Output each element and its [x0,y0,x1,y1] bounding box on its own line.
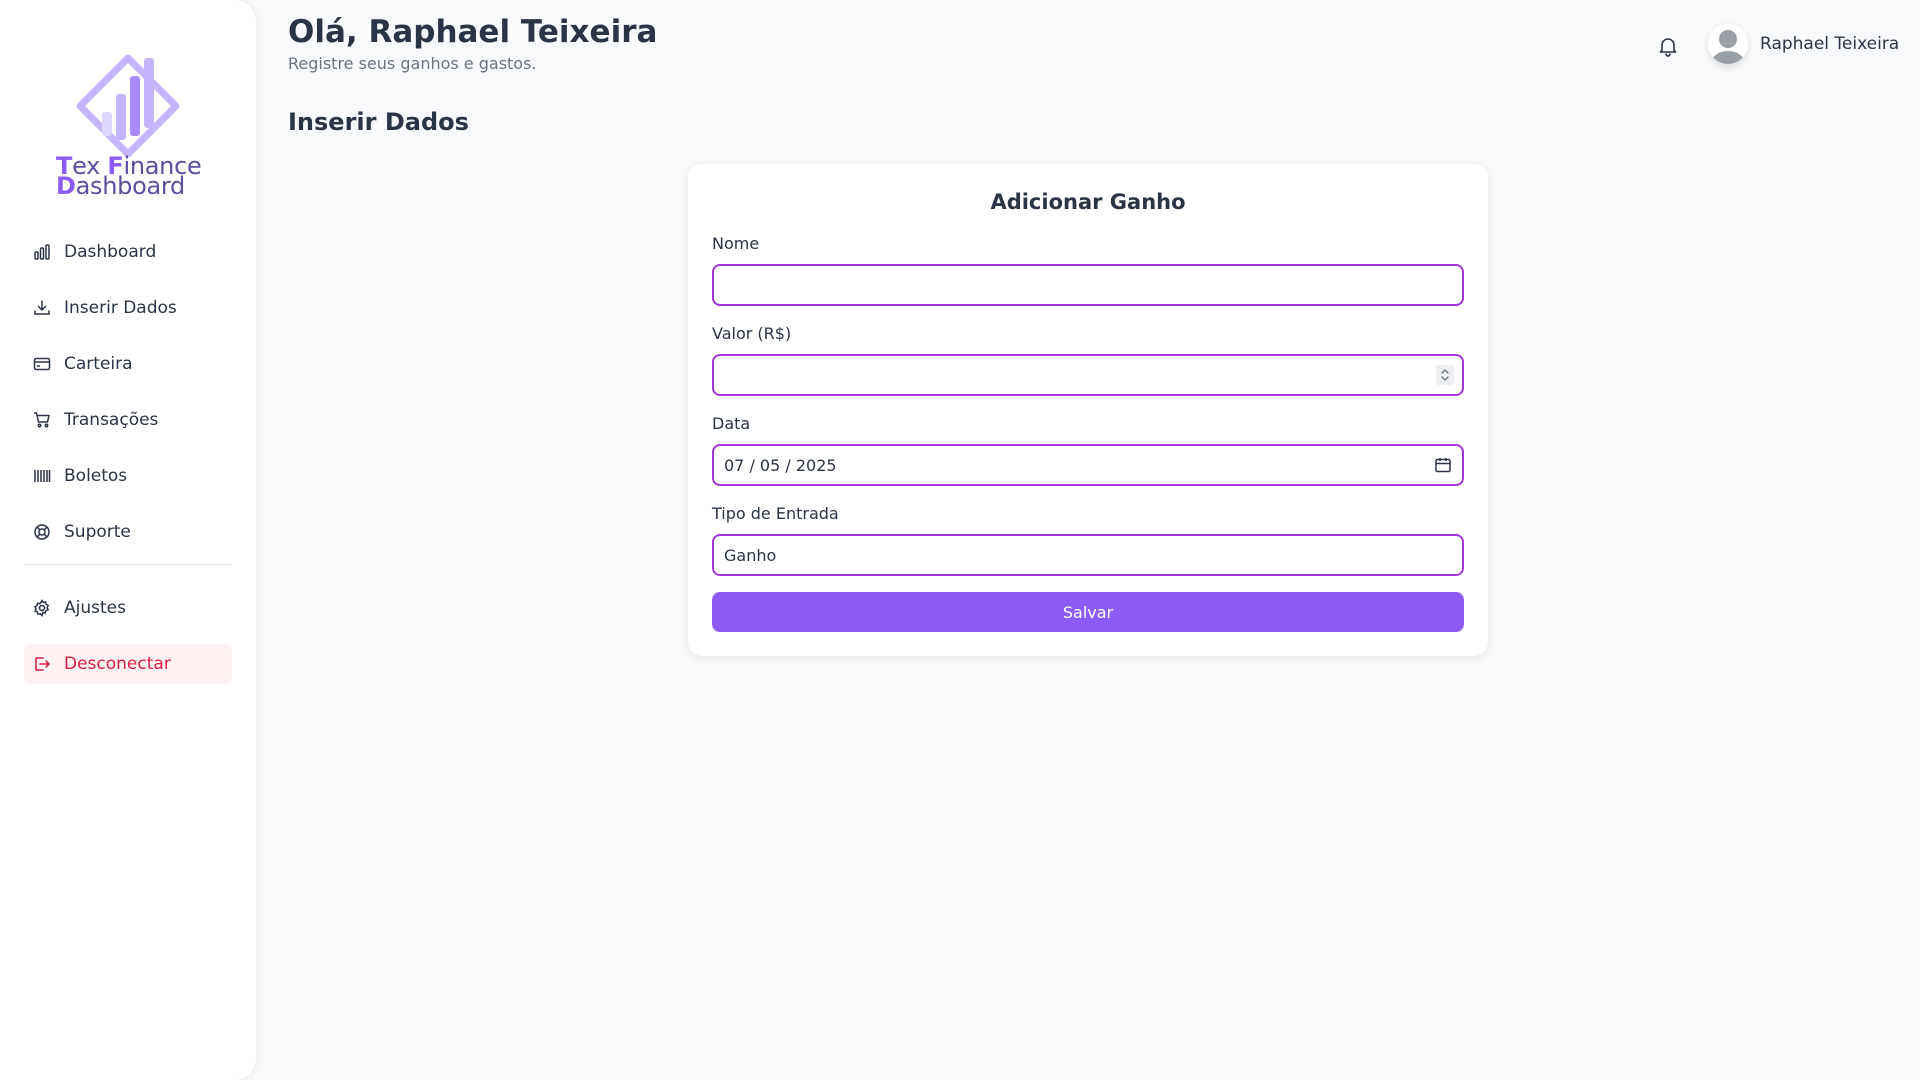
user-name: Raphael Teixeira [1760,34,1900,54]
sidebar-divider [24,564,232,565]
sidebar-item-label: Transações [64,410,159,430]
download-icon [32,298,52,318]
sidebar-item-dashboard[interactable]: Dashboard [24,232,232,272]
entry-type-select[interactable]: Ganho [712,534,1464,576]
sidebar-item-ajustes[interactable]: Ajustes [24,588,232,628]
credit-card-icon [32,354,52,374]
sidebar-item-boletos[interactable]: Boletos [24,456,232,496]
lifebuoy-icon [32,522,52,542]
value-label: Valor (R$) [712,324,792,343]
date-field[interactable]: 07 / 05 / 2025 [712,444,1464,486]
logout-icon [32,654,52,674]
sidebar-item-label: Ajustes [64,598,126,618]
sidebar-item-label: Desconectar [64,654,171,674]
sidebar-item-label: Inserir Dados [64,298,177,318]
sidebar-item-carteira[interactable]: Carteira [24,344,232,384]
calendar-icon[interactable] [1434,456,1452,478]
brand-name-line2: Dashboard [56,172,185,200]
form-title: Adicionar Ganho [990,190,1186,214]
number-spinner-icon[interactable] [1436,365,1454,385]
user-avatar-icon [1712,30,1744,64]
logo-mark-icon [76,54,180,158]
date-label: Data [712,414,751,433]
sidebar-item-inserir-dados[interactable]: Inserir Dados [24,288,232,328]
barcode-icon [32,466,52,486]
sidebar-item-transacoes[interactable]: Transações [24,400,232,440]
notification-bell-icon[interactable] [1656,34,1680,58]
name-label: Nome [712,234,760,253]
save-button[interactable]: Salvar [712,592,1464,632]
name-input[interactable] [724,266,1452,304]
gear-icon [32,598,52,618]
name-field[interactable] [712,264,1464,306]
user-menu[interactable]: Raphael Teixeira [1708,24,1899,64]
entry-type-value: Ganho [724,545,777,565]
sidebar-item-label: Carteira [64,354,133,374]
sidebar: Tex Finance Dashboard Dashboard Inserir … [0,0,256,1080]
sidebar-item-label: Suporte [64,522,131,542]
add-income-card: Adicionar Ganho Nome Valor (R$) Data 07 … [688,164,1488,656]
brand-logo[interactable]: Tex Finance Dashboard [56,46,206,206]
value-input[interactable] [724,356,1452,394]
sidebar-item-label: Boletos [64,466,128,486]
sidebar-item-suporte[interactable]: Suporte [24,512,232,552]
greeting-title: Olá, Raphael Teixeira [288,14,658,50]
avatar [1708,24,1748,64]
entry-type-label: Tipo de Entrada [712,504,839,523]
value-field[interactable] [712,354,1464,396]
bar-chart-icon [32,242,52,262]
sidebar-item-label: Dashboard [64,242,157,262]
date-value: 07 / 05 / 2025 [724,455,837,475]
shopping-cart-icon [32,410,52,430]
sidebar-nav: Dashboard Inserir Dados Carteira Transaç… [24,232,232,700]
section-title: Inserir Dados [288,108,469,136]
sidebar-item-desconectar[interactable]: Desconectar [24,644,232,684]
greeting-subtitle: Registre seus ganhos e gastos. [288,54,537,73]
brand-name: Tex Finance Dashboard [56,154,206,200]
